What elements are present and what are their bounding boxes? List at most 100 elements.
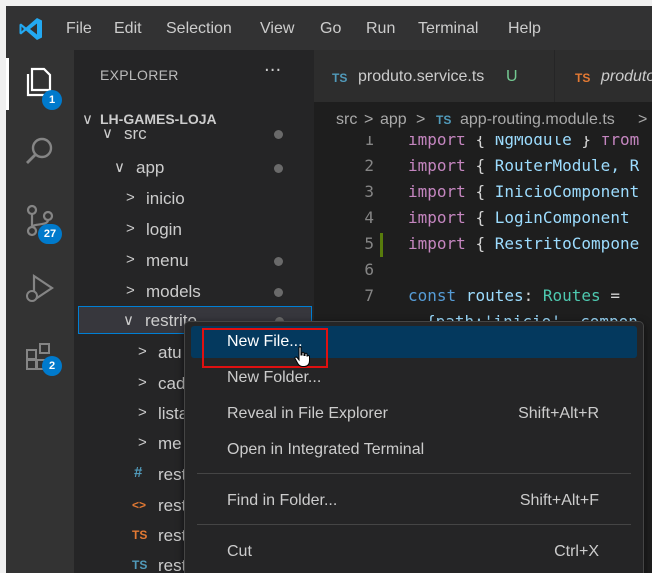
tree-label: src: [124, 126, 147, 143]
crumb-separator: >: [364, 111, 374, 128]
menu-separator: [197, 524, 631, 525]
menu-item-label: New Folder...: [227, 369, 322, 386]
explorer-title: EXPLORER: [100, 67, 179, 83]
code-line: 4 import { LoginComponent: [314, 206, 652, 232]
editor-tabs: TS produto.service.ts U TS produto: [314, 50, 652, 102]
chevron-down-icon: ∨: [114, 159, 125, 176]
chevron-right-icon: >: [138, 343, 147, 360]
modified-dot: [274, 130, 283, 139]
tree-label: login: [146, 220, 182, 239]
tab-produto[interactable]: TS produto: [555, 50, 652, 102]
code-text: const routes: Routes =: [408, 286, 620, 305]
tree-folder-menu[interactable]: > menu: [74, 245, 314, 275]
line-number: 5: [364, 234, 374, 253]
ts-file-icon: TS: [332, 71, 348, 85]
code-text: import { LoginComponent: [408, 208, 630, 227]
menu-run[interactable]: Run: [366, 20, 395, 38]
menu-item-shortcut: Shift+Alt+R: [518, 405, 599, 422]
menu-item-label: Reveal in File Explorer: [227, 405, 388, 422]
code-line: 2 import { RouterModule, R: [314, 154, 652, 180]
chevron-right-icon: >: [138, 374, 147, 391]
modified-dot: [274, 164, 283, 173]
html-file-icon: <>: [132, 498, 147, 512]
ts-file-icon: TS: [575, 71, 591, 85]
menu-view[interactable]: View: [260, 20, 294, 38]
code-line: 1 import { NgModule } from: [314, 136, 652, 154]
chevron-right-icon: >: [138, 404, 147, 421]
code-line: 3 import { InicioComponent: [314, 180, 652, 206]
menu-selection[interactable]: Selection: [166, 20, 232, 38]
code-line: 6: [314, 258, 652, 284]
modified-dot: [274, 288, 283, 297]
more-actions-button[interactable]: ···: [264, 60, 281, 81]
menu-item-shortcut: Shift+Alt+F: [519, 492, 599, 509]
tree-folder-app[interactable]: ∨ app: [74, 152, 314, 182]
line-number: 4: [364, 208, 374, 227]
menu-go[interactable]: Go: [320, 20, 341, 38]
tree-folder-src[interactable]: ∨ src: [74, 126, 314, 148]
menu-file[interactable]: File: [66, 20, 92, 38]
crumb-separator: >: [416, 111, 426, 128]
tab-label: produto: [601, 68, 652, 85]
title-bar: File Edit Selection View Go Run Terminal…: [6, 6, 652, 50]
vscode-window: File Edit Selection View Go Run Terminal…: [6, 6, 652, 573]
git-added-gutter: [380, 233, 383, 257]
chevron-right-icon: >: [126, 251, 135, 268]
explorer-badge: 1: [42, 90, 62, 110]
code-line: 5 import { RestritoCompone: [314, 232, 652, 258]
modified-dot: [274, 257, 283, 266]
tree-label: inicio: [146, 189, 185, 208]
line-number: 1: [364, 136, 374, 149]
css-file-icon: #: [134, 464, 143, 481]
chevron-right-icon: >: [138, 434, 147, 451]
ts-file-icon: TS: [132, 528, 148, 542]
crumb-src[interactable]: src: [336, 111, 357, 129]
menu-item-shortcut: Ctrl+X: [554, 543, 599, 560]
menu-item-label: Cut: [227, 543, 252, 560]
line-number: 3: [364, 182, 374, 201]
chevron-right-icon: >: [126, 220, 135, 237]
tree-folder-inicio[interactable]: > inicio: [74, 183, 314, 213]
chevron-right-icon: >: [126, 282, 135, 299]
tree-folder-login[interactable]: > login: [74, 214, 314, 244]
tree-label: menu: [146, 251, 189, 270]
search-icon[interactable]: [22, 134, 58, 170]
tree-label: rest: [158, 496, 187, 515]
crumb-file[interactable]: app-routing.module.ts: [460, 111, 615, 129]
chevron-down-icon: ∨: [102, 126, 113, 142]
menu-terminal[interactable]: Terminal: [418, 20, 478, 38]
menu-item-label: Open in Integrated Terminal: [227, 441, 425, 458]
code-line: 7 const routes: Routes =: [314, 284, 652, 310]
ts-file-icon: TS: [132, 558, 148, 572]
code-text: import { NgModule } from: [408, 136, 640, 149]
tab-status: U: [506, 68, 518, 85]
tree-folder-models[interactable]: > models: [74, 276, 314, 306]
tab-produto-service[interactable]: TS produto.service.ts U: [314, 50, 554, 102]
tree-label: rest: [158, 556, 187, 573]
ts-file-icon: TS: [436, 113, 452, 127]
menu-help[interactable]: Help: [508, 20, 541, 38]
menu-item-cut[interactable]: Cut Ctrl+X: [191, 536, 637, 568]
line-number: 6: [364, 260, 374, 279]
tree-label: rest: [158, 465, 187, 484]
tab-label: produto.service.ts: [358, 68, 485, 85]
menu-item-reveal-in-explorer[interactable]: Reveal in File Explorer Shift+Alt+R: [191, 398, 637, 430]
crumb-separator: >: [638, 111, 648, 128]
hand-cursor-icon: [294, 346, 310, 367]
menu-item-open-terminal[interactable]: Open in Integrated Terminal: [191, 434, 637, 466]
activity-bar: 1 27 2: [6, 50, 74, 573]
chevron-right-icon: >: [126, 189, 135, 206]
crumb-app[interactable]: app: [380, 111, 407, 129]
menu-item-find-in-folder[interactable]: Find in Folder... Shift+Alt+F: [191, 485, 637, 517]
vscode-logo-icon: [19, 18, 42, 40]
tree-label: atu: [158, 343, 182, 362]
breadcrumb: src > app > TS app-routing.module.ts >: [314, 102, 652, 136]
scm-badge: 27: [38, 224, 62, 244]
project-name: LH-GAMES-LOJA: [100, 111, 217, 127]
run-debug-icon[interactable]: [22, 270, 58, 306]
menu-item-label: Find in Folder...: [227, 492, 338, 509]
tree-label: cad: [158, 374, 186, 393]
menu-edit[interactable]: Edit: [114, 20, 142, 38]
code-text: import { InicioComponent: [408, 182, 640, 201]
tree-label: me: [158, 434, 182, 453]
